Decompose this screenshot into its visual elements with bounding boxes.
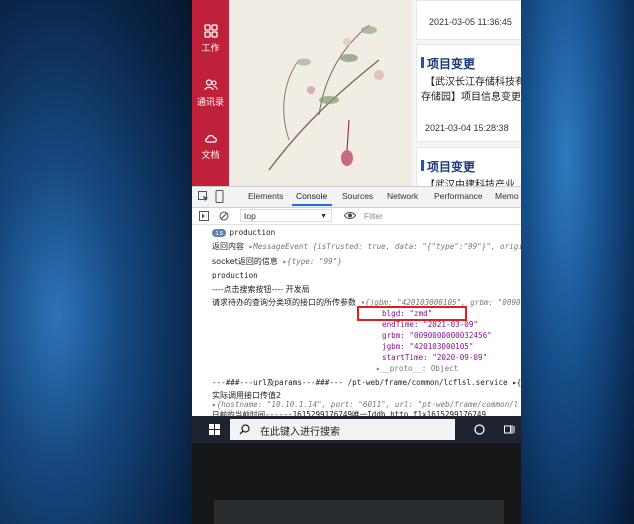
- notification-body-line: 存储园】项目信息变更: [421, 92, 521, 103]
- contacts-icon: [203, 79, 218, 91]
- notification-title: 项目变更: [420, 160, 476, 174]
- console-prop: startTime: "2020-09-09": [382, 353, 488, 362]
- devtools-panel: Elements Console Sources Network Perform…: [192, 186, 521, 417]
- console-prop[interactable]: ▸__proto__: Object: [376, 364, 458, 373]
- console-label: socket返回的信息: [212, 257, 278, 266]
- task-view-icon: [504, 425, 515, 434]
- tab-console[interactable]: Console: [296, 191, 327, 201]
- search-icon: [239, 424, 250, 435]
- console-object[interactable]: ▸{hostname: "10.10.1.14", port: "6011", …: [212, 400, 518, 409]
- windows-taskbar: 在此键入进行搜索: [192, 416, 521, 443]
- tab-sources[interactable]: Sources: [342, 191, 373, 201]
- grid-icon: [203, 24, 218, 38]
- context-selector[interactable]: top ▼: [240, 209, 332, 222]
- tab-network[interactable]: Network: [387, 191, 418, 201]
- console-prop: grbm: "0090000000032456": [382, 331, 492, 340]
- console-prop: jgbm: "420103000105": [382, 342, 474, 351]
- notification-time: 2021-03-05 11:36:45: [429, 17, 512, 27]
- notification-panel: 2021-03-05 11:36:45 项目变更 【武汉长江存储科技有 存储园】…: [412, 0, 521, 193]
- tab-memory[interactable]: Memo: [495, 191, 519, 201]
- notification-body-line: 【武汉长江存储科技有: [425, 77, 521, 88]
- device-toolbar-icon[interactable]: [215, 190, 225, 203]
- devtools-tabbar: Elements Console Sources Network Perform…: [192, 187, 521, 208]
- console-line: production: [212, 271, 258, 280]
- console-line: ---###---url及params---###--- /pt-web/fra…: [212, 378, 521, 387]
- inspect-element-icon[interactable]: [198, 191, 209, 202]
- monitor-stand: [214, 500, 504, 524]
- windows-start-icon[interactable]: [209, 424, 220, 435]
- notification-title: 项目变更: [420, 57, 476, 71]
- console-text: production: [229, 228, 276, 237]
- console-line: socket返回的信息 ▸{type: "99"}: [212, 256, 342, 267]
- eye-icon[interactable]: [344, 211, 356, 220]
- desktop-background-right: [521, 0, 634, 524]
- cortana-circle-icon: [474, 424, 485, 435]
- console-label: 返回内容: [212, 242, 244, 251]
- console-output: is production 返回内容 ▸MessageEvent {isTrust…: [192, 225, 521, 417]
- console-object[interactable]: ▸MessageEvent {isTrusted: true, data: "{…: [249, 242, 521, 251]
- filter-input[interactable]: Filter: [364, 211, 383, 221]
- tab-elements[interactable]: Elements: [248, 191, 283, 201]
- taskbar-search-box[interactable]: 在此键入进行搜索: [230, 419, 455, 440]
- notification-time: 2021-03-04 15:28:38: [425, 123, 509, 133]
- clear-console-icon[interactable]: [219, 211, 229, 221]
- console-object[interactable]: ▸{type: "99"}: [282, 257, 341, 266]
- task-view-button[interactable]: [495, 416, 521, 443]
- flower-painting-image: [268, 24, 384, 171]
- console-label: 请求待办的查询分类项的接口的所传参数: [212, 298, 356, 307]
- chevron-down-icon: ▼: [320, 213, 327, 220]
- notification-card[interactable]: 2021-03-05 11:36:45: [416, 0, 521, 40]
- console-prop: endTime: "2021-03-09": [382, 320, 479, 329]
- active-tab-indicator: [292, 204, 332, 206]
- context-selector-value: top: [244, 211, 256, 221]
- console-line: 返回内容 ▸MessageEvent {isTrusted: true, dat…: [212, 241, 521, 252]
- sidebar-item-docs[interactable]: 文档: [192, 131, 229, 161]
- console-line: ----点击搜索按钮---- 开发局: [212, 285, 310, 294]
- desktop-background-left: [0, 0, 192, 524]
- search-placeholder: 在此键入进行搜索: [260, 427, 340, 438]
- sidebar-item-label: 工作: [201, 43, 220, 53]
- monitor-screen: 工作 通讯录 文档 2021-03-05 11:36:45 项目变更 【武汉长江…: [192, 0, 521, 443]
- tab-performance[interactable]: Performance: [434, 191, 483, 201]
- notification-card[interactable]: 项目变更 【武汉长江存储科技有 存储园】项目信息变更 2021-03-04 15…: [416, 44, 521, 142]
- sidebar-item-label: 通讯录: [196, 97, 224, 107]
- console-toolbar: top ▼ Filter: [192, 208, 521, 225]
- count-badge: is: [212, 229, 227, 237]
- sidebar-item-contacts[interactable]: 通讯录: [192, 78, 229, 108]
- sidebar-toggle-icon[interactable]: [199, 211, 209, 221]
- app-sidebar: 工作 通讯录 文档: [192, 0, 229, 186]
- highlight-box: [357, 306, 467, 321]
- sidebar-item-label: 文档: [201, 150, 220, 160]
- cloud-icon: [204, 134, 217, 143]
- sidebar-item-work[interactable]: 工作: [192, 24, 229, 54]
- console-line: is production: [212, 228, 275, 237]
- cortana-button[interactable]: [465, 416, 495, 443]
- decorative-painting: [229, 0, 412, 186]
